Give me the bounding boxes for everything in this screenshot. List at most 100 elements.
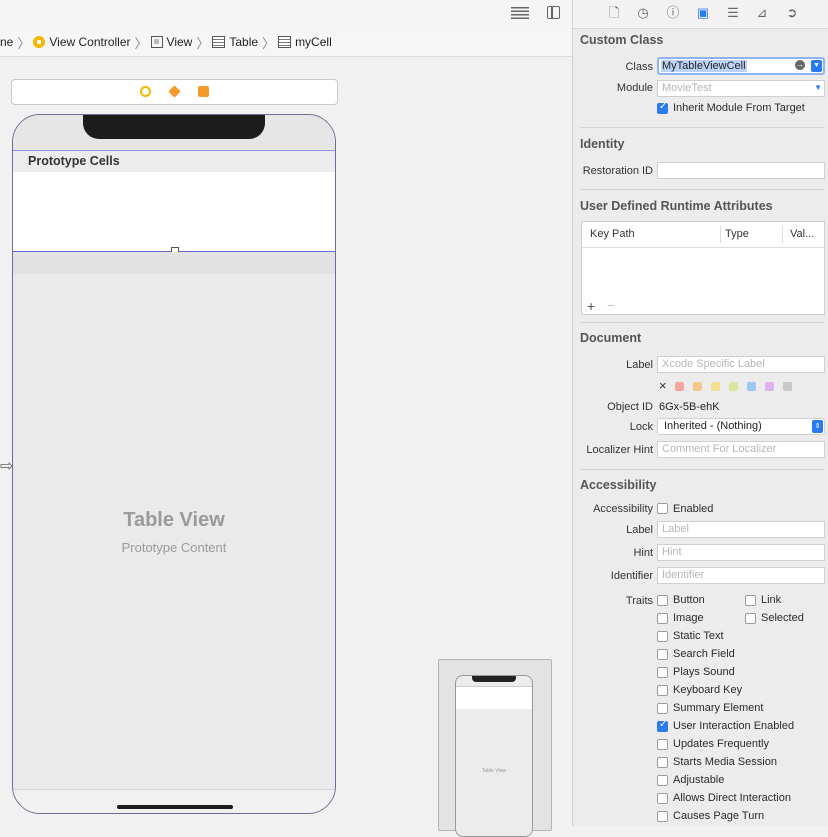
exit-dock-icon[interactable]	[198, 86, 209, 97]
identity-header: Identity	[580, 137, 625, 151]
col-value[interactable]: Val...	[790, 228, 814, 240]
trait-label: Adjustable	[673, 774, 725, 786]
breadcrumb-item-scene[interactable]: ne	[0, 35, 13, 49]
device-notch	[83, 115, 265, 139]
col-divider	[782, 226, 783, 243]
breadcrumb-item-table[interactable]: Table	[212, 35, 258, 49]
breadcrumb-item-view[interactable]: View	[150, 35, 192, 49]
trait-label: Link	[761, 594, 782, 606]
label-color-swatch[interactable]	[747, 382, 756, 391]
trait-label: Button	[673, 594, 705, 606]
trait-label: Causes Page Turn	[673, 810, 765, 822]
runtime-attributes-table[interactable]: Key Path Type Val... + −	[581, 221, 825, 315]
editor-options-icon[interactable]	[511, 7, 529, 20]
a11y-label-field[interactable]: Label	[657, 521, 825, 538]
trait-checkbox[interactable]	[657, 703, 668, 714]
go-to-class-icon[interactable]: →	[795, 60, 805, 70]
hint-placeholder: Hint	[662, 546, 682, 558]
prototype-cells-label: Prototype Cells	[28, 154, 120, 168]
storyboard-canvas[interactable]: ne 〉 View Controller 〉 View 〉 Table 〉 my…	[0, 0, 572, 837]
trait-checkbox[interactable]	[657, 595, 668, 606]
trait-checkbox[interactable]	[657, 793, 668, 804]
trait-label: Search Field	[673, 648, 735, 660]
view-controller-dock-icon[interactable]	[140, 86, 151, 97]
breadcrumb-label: ne	[0, 35, 14, 49]
trait-label: Keyboard Key	[673, 684, 743, 696]
file-inspector-icon[interactable]: 🗋	[606, 5, 622, 21]
class-label: Class	[625, 61, 653, 73]
minimap[interactable]: Table View	[438, 659, 552, 837]
trait-checkbox[interactable]	[657, 757, 668, 768]
hint-field[interactable]: Hint	[657, 544, 825, 561]
module-combobox[interactable]: MovieTest ▼	[657, 80, 825, 97]
trait-checkbox[interactable]	[657, 811, 668, 822]
trait-checkbox[interactable]	[657, 775, 668, 786]
attributes-inspector-icon[interactable]: ☰	[725, 5, 741, 21]
view-controller-icon	[33, 36, 46, 48]
label-color-swatch[interactable]	[729, 382, 738, 391]
trait-checkbox[interactable]	[657, 685, 668, 696]
xcode-label-field[interactable]: Xcode Specific Label	[657, 356, 825, 373]
label-color-swatch[interactable]	[711, 382, 720, 391]
iphone-frame[interactable]: Prototype Cells Table View Prototype Con…	[12, 114, 336, 814]
restoration-id-field[interactable]	[657, 162, 825, 179]
history-inspector-icon[interactable]: ◷	[635, 5, 651, 21]
trait-checkbox[interactable]	[745, 613, 756, 624]
inherit-module-label: Inherit Module From Target	[673, 102, 805, 114]
label-color-swatch[interactable]	[783, 382, 792, 391]
view-icon	[150, 36, 163, 48]
table-view-title: Table View	[123, 509, 225, 531]
object-id-label: Object ID	[607, 401, 653, 413]
accessibility-header: Accessibility	[580, 478, 657, 492]
first-responder-dock-icon[interactable]	[168, 85, 181, 98]
chevron-down-icon[interactable]: ▼	[814, 83, 822, 92]
trait-checkbox[interactable]	[657, 631, 668, 642]
trait-checkbox[interactable]	[745, 595, 756, 606]
table-header-row: Key Path Type Val...	[582, 222, 824, 248]
prototype-cells-header: Prototype Cells	[13, 150, 335, 174]
remove-attribute-button[interactable]: −	[607, 298, 615, 313]
breadcrumb-item-view-controller[interactable]: View Controller	[33, 35, 131, 49]
up-down-chevron-icon[interactable]: ⇕	[812, 420, 823, 433]
accessibility-enabled-checkbox[interactable]	[657, 503, 668, 514]
split-editor-icon[interactable]	[547, 6, 560, 19]
identifier-field[interactable]: Identifier	[657, 567, 825, 584]
trait-label: Updates Frequently	[673, 738, 769, 750]
col-type[interactable]: Type	[725, 228, 749, 240]
class-value[interactable]: MyTableViewCell	[661, 60, 747, 72]
trait-checkbox[interactable]	[657, 719, 668, 732]
table-cell-icon	[278, 36, 292, 48]
home-indicator-area	[13, 789, 335, 813]
restoration-id-label: Restoration ID	[582, 165, 653, 177]
trait-checkbox[interactable]	[657, 667, 668, 678]
prototype-cell-mycell[interactable]	[13, 172, 335, 252]
label-color-swatch[interactable]	[693, 382, 702, 391]
object-id-value: 6Gx-5B-ehK	[659, 401, 720, 413]
breadcrumb-item-mycell[interactable]: myCell	[278, 35, 332, 49]
trait-checkbox[interactable]	[657, 649, 668, 660]
localizer-hint-field[interactable]: Comment For Localizer	[657, 441, 825, 458]
trait-checkbox[interactable]	[657, 613, 668, 624]
label-color-swatch[interactable]	[765, 382, 774, 391]
chevron-right-icon: 〉	[134, 35, 148, 51]
accessibility-label: Accessibility	[593, 503, 653, 515]
a11y-label-placeholder: Label	[662, 523, 689, 535]
identity-inspector-icon[interactable]: ▣	[695, 5, 711, 21]
a11y-label-label: Label	[626, 524, 653, 536]
add-attribute-button[interactable]: +	[587, 298, 595, 314]
inherit-module-checkbox[interactable]	[657, 101, 668, 114]
clear-label-color-icon[interactable]: ×	[659, 378, 667, 393]
divider	[580, 322, 825, 323]
label-color-swatch[interactable]	[675, 382, 684, 391]
trait-checkbox[interactable]	[657, 739, 668, 750]
connections-inspector-icon[interactable]: ➲	[784, 5, 800, 21]
lock-popup[interactable]: Inherited - (Nothing) ⇕	[657, 418, 825, 435]
size-inspector-icon[interactable]: ⊿	[754, 5, 770, 21]
lock-label: Lock	[629, 421, 653, 433]
help-inspector-icon[interactable]: ⓘ	[665, 5, 681, 21]
section-footer	[13, 252, 335, 274]
class-combobox[interactable]: MyTableViewCell → ▼	[657, 57, 825, 75]
col-key-path[interactable]: Key Path	[590, 228, 635, 240]
chevron-down-icon[interactable]: ▼	[811, 60, 822, 72]
localizer-hint-label: Localizer Hint	[586, 444, 653, 456]
